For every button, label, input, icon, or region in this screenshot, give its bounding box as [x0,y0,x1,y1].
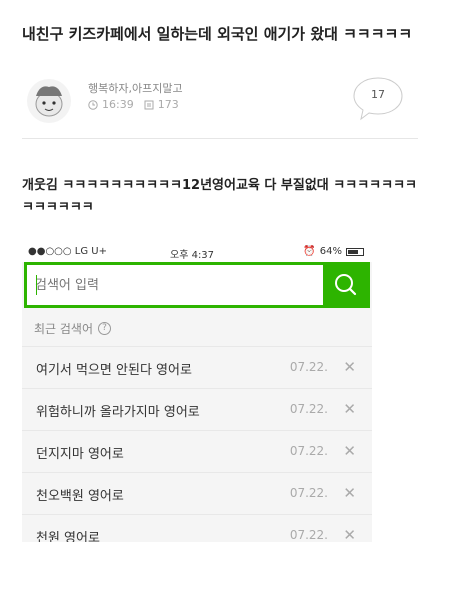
search-icon [335,274,357,296]
history-row[interactable]: 위험하니까 올라가지마 영어로 07.22. ✕ [22,388,372,430]
views-icon [144,100,154,109]
history-row[interactable]: 여기서 먹으면 안된다 영어로 07.22. ✕ [22,346,372,388]
carrier: ●●○○○ LG U+ [28,246,108,257]
delete-icon[interactable]: ✕ [343,526,356,542]
status-bar: ●●○○○ LG U+ 오후 4:37 ⏰ 64% [22,242,372,262]
delete-icon[interactable]: ✕ [343,400,356,418]
comment-count[interactable]: 17 [352,88,404,101]
text-cursor [36,275,37,295]
history-query[interactable]: 여기서 먹으면 안된다 영어로 [36,359,192,378]
recent-searches-label: 최근 검색어 [34,322,94,336]
divider [22,138,418,139]
row-divider [22,388,372,389]
author-row: 행복하자,아프지말고 16:39 173 17 [22,76,418,130]
recent-searches-header: 최근 검색어 ? [34,320,112,337]
history-query[interactable]: 천오백원 영어로 [36,485,124,504]
post-meta: 16:39 173 [88,98,179,111]
search-input[interactable] [35,274,315,296]
delete-icon[interactable]: ✕ [343,358,356,376]
status-right: ⏰ 64% [303,246,364,257]
phone-screenshot: ●●○○○ LG U+ 오후 4:37 ⏰ 64% 최근 검색어 ? 여기서 먹… [22,242,372,542]
battery-icon [346,247,364,256]
history-date: 07.22. [289,360,328,374]
row-divider [22,472,372,473]
history-row[interactable]: 천원 영어로 07.22. ✕ [22,514,372,542]
clock-icon [88,99,98,110]
help-icon[interactable]: ? [98,322,112,335]
history-query[interactable]: 던지지마 영어로 [36,443,124,462]
view-count: 173 [157,98,179,111]
post-time: 16:39 [102,98,134,111]
post-title: 내친구 키즈카페에서 일하는데 외국인 애기가 왔대 ㅋㅋㅋㅋㅋ [22,25,413,43]
delete-icon[interactable]: ✕ [343,442,356,460]
battery-level: 64% [319,246,342,257]
history-date: 07.22. [289,486,328,500]
search-button[interactable] [323,265,367,305]
row-divider [22,346,372,347]
history-query[interactable]: 위험하니까 올라가지마 영어로 [36,401,200,420]
post-body: 개웃김 ㅋㅋㅋㅋㅋㅋㅋㅋㅋㅋ12년영어교육 다 부질없대 ㅋㅋㅋㅋㅋㅋㅋㅋㅋㅋㅋ… [22,178,417,215]
alarm-icon: ⏰ [303,246,316,257]
history-query[interactable]: 천원 영어로 [36,527,100,542]
author-name[interactable]: 행복하자,아프지말고 [88,80,183,96]
history-date: 07.22. [289,444,328,458]
search-bar [24,262,370,308]
history-date: 07.22. [289,528,328,542]
avatar[interactable] [26,78,72,124]
row-divider [22,430,372,431]
row-divider [22,514,372,515]
delete-icon[interactable]: ✕ [343,484,356,502]
history-date: 07.22. [289,402,328,416]
history-row[interactable]: 던지지마 영어로 07.22. ✕ [22,430,372,472]
status-clock: 오후 4:37 [170,250,215,261]
history-row[interactable]: 천오백원 영어로 07.22. ✕ [22,472,372,514]
